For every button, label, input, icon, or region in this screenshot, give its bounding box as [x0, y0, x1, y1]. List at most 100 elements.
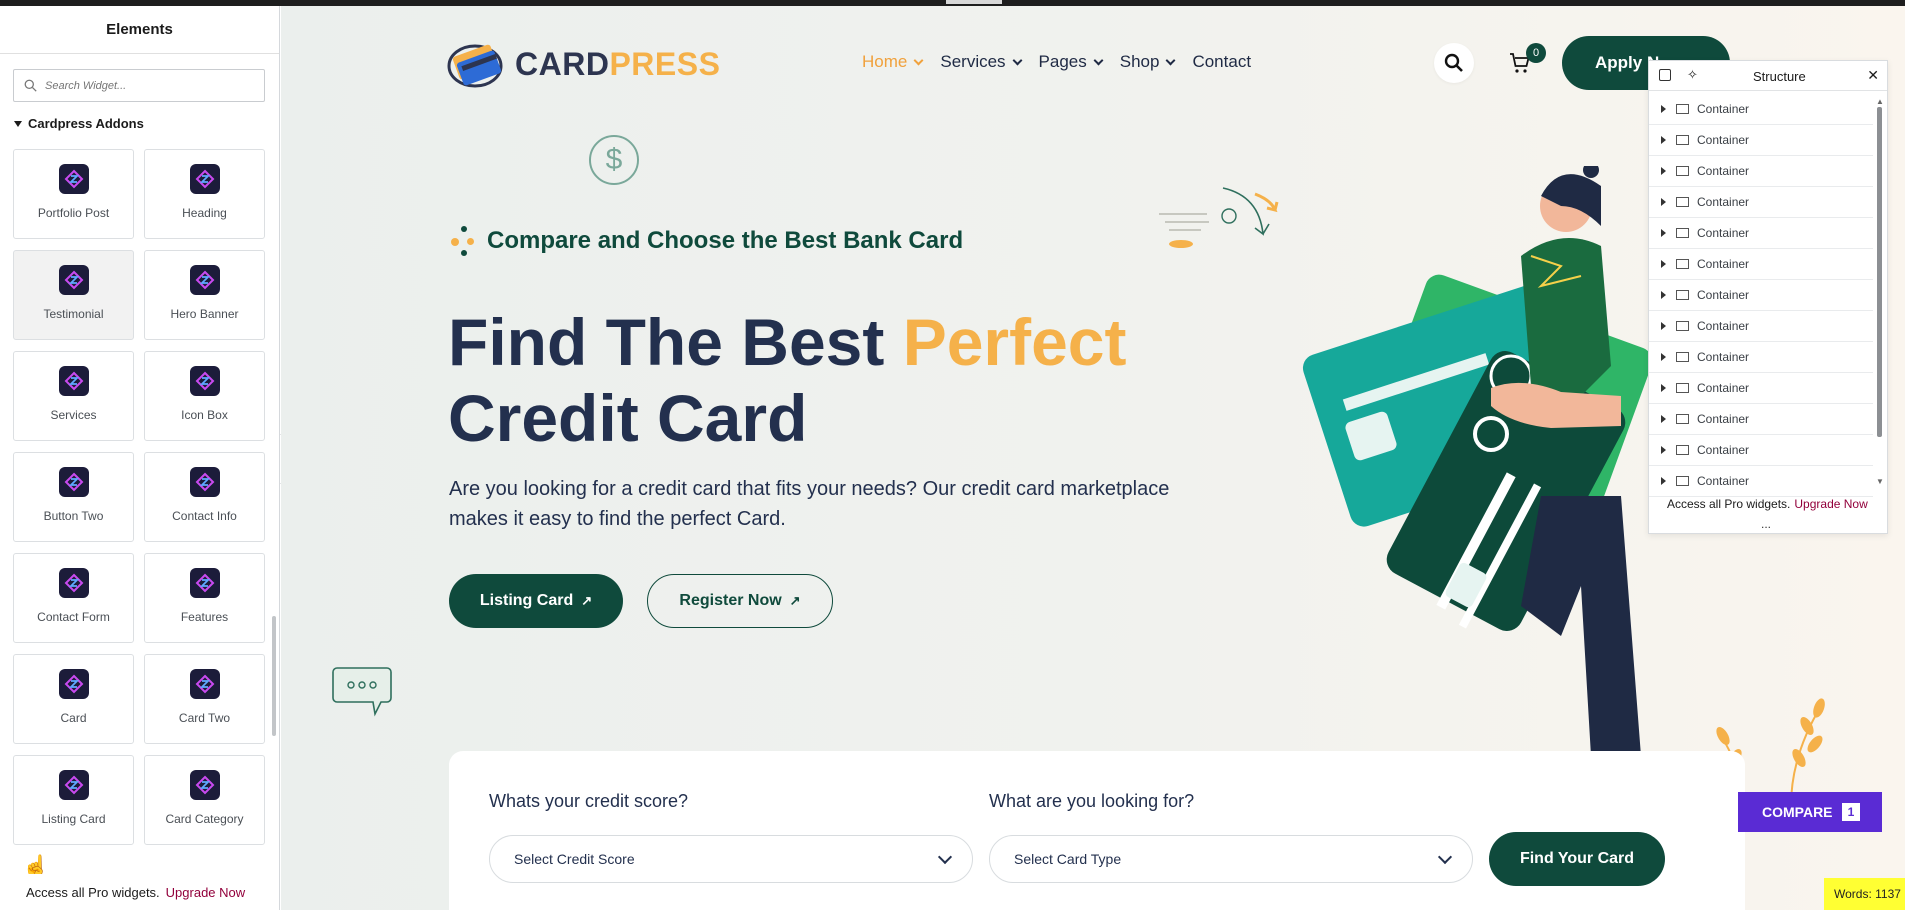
widget-label: Features [180, 610, 229, 624]
structure-row-label: Container [1697, 474, 1750, 488]
expand-caret-icon[interactable] [1661, 322, 1666, 330]
credit-score-value: Select Credit Score [514, 851, 635, 867]
compare-label: COMPARE [1762, 804, 1833, 820]
close-icon[interactable]: ✕ [1867, 67, 1879, 84]
structure-row[interactable]: Container [1649, 373, 1873, 404]
structure-row[interactable]: Container [1649, 218, 1873, 249]
widget-logo-icon [58, 366, 89, 396]
widget-logo-icon [189, 366, 220, 396]
widget-label: Testimonial [43, 307, 104, 321]
site-logo[interactable]: CARDPRESS [447, 40, 720, 88]
widget-search-input[interactable] [45, 79, 245, 92]
structure-row[interactable]: Container [1649, 156, 1873, 187]
nav-item-home[interactable]: Home [862, 52, 924, 72]
more-options-icon[interactable]: ... [1761, 517, 1771, 531]
compare-count-badge: 1 [1842, 803, 1860, 821]
structure-row-label: Container [1697, 133, 1750, 147]
structure-row[interactable]: Container [1649, 280, 1873, 311]
widget-tile[interactable]: Testimonial [13, 250, 134, 340]
widget-tile[interactable]: Hero Banner [144, 250, 265, 340]
expand-caret-icon[interactable] [1661, 136, 1666, 144]
structure-row-label: Container [1697, 226, 1750, 240]
expand-caret-icon[interactable] [1661, 260, 1666, 268]
expand-caret-icon[interactable] [1661, 198, 1666, 206]
structure-row[interactable]: Container [1649, 342, 1873, 373]
widget-label: Card Category [165, 812, 244, 826]
find-your-card-button[interactable]: Find Your Card [1489, 832, 1665, 886]
expand-caret-icon[interactable] [1661, 477, 1666, 485]
structure-row[interactable]: Container [1649, 466, 1873, 497]
nav-item-label: Pages [1038, 52, 1087, 71]
hero-title-part1: Find The Best [448, 305, 903, 379]
sparkle-icon[interactable]: ✧ [1687, 67, 1698, 83]
register-now-button[interactable]: Register Now ↗ [647, 574, 833, 628]
widget-logo-icon [189, 568, 220, 598]
structure-row[interactable]: Container [1649, 187, 1873, 218]
widget-tile[interactable]: Services [13, 351, 134, 441]
structure-scrollbar[interactable] [1877, 107, 1882, 437]
chevron-down-icon [1437, 849, 1453, 865]
widget-label: Card Two [178, 711, 231, 725]
widget-tile[interactable]: Card [13, 654, 134, 744]
widget-tile[interactable]: Contact Form [13, 553, 134, 643]
expand-caret-icon[interactable] [1661, 446, 1666, 454]
widget-tile[interactable]: Contact Info [144, 452, 265, 542]
panel-scrollbar[interactable] [272, 616, 276, 736]
widget-tile[interactable]: Card Two [144, 654, 265, 744]
widget-tile[interactable]: Card Category [144, 755, 265, 845]
expand-caret-icon[interactable] [1661, 415, 1666, 423]
search-icon [24, 79, 37, 92]
structure-row[interactable]: Container [1649, 125, 1873, 156]
register-now-label: Register Now [679, 592, 782, 609]
widget-tile[interactable]: Features [144, 553, 265, 643]
structure-row[interactable]: Container [1649, 435, 1873, 466]
widget-tile[interactable]: Heading [144, 149, 265, 239]
widget-logo-icon [58, 265, 89, 295]
brand-part-1: CARD [515, 45, 610, 82]
expand-caret-icon[interactable] [1661, 167, 1666, 175]
nav-item-contact[interactable]: Contact [1192, 52, 1251, 72]
chevron-down-icon [1093, 55, 1104, 65]
card-type-select[interactable]: Select Card Type [989, 835, 1473, 883]
widget-grid: Portfolio Post Heading Testimonial Hero Ban… [13, 149, 265, 845]
structure-row[interactable]: Container [1649, 249, 1873, 280]
card-finder-form: Whats your credit score? What are you lo… [449, 751, 1745, 910]
structure-upgrade-link[interactable]: Upgrade Now [1794, 497, 1867, 511]
header-search-button[interactable] [1434, 43, 1474, 83]
widget-tile[interactable]: Icon Box [144, 351, 265, 441]
nav-item-shop[interactable]: Shop [1120, 52, 1176, 72]
container-icon [1676, 228, 1689, 238]
structure-row-label: Container [1697, 350, 1750, 364]
structure-row-label: Container [1697, 164, 1750, 178]
nav-item-services[interactable]: Services [940, 52, 1022, 72]
structure-row[interactable]: Container [1649, 94, 1873, 125]
compare-button[interactable]: COMPARE 1 [1738, 792, 1882, 832]
listing-card-button[interactable]: Listing Card ↗ [449, 574, 623, 628]
expand-caret-icon[interactable] [1661, 353, 1666, 361]
widget-tile[interactable]: Portfolio Post [13, 149, 134, 239]
widget-label: Portfolio Post [37, 206, 110, 220]
collapse-all-icon[interactable] [1659, 69, 1671, 81]
container-icon [1676, 445, 1689, 455]
expand-caret-icon[interactable] [1661, 384, 1666, 392]
scroll-down-icon[interactable]: ▼ [1876, 477, 1884, 486]
nav-item-pages[interactable]: Pages [1038, 52, 1104, 72]
expand-caret-icon[interactable] [1661, 291, 1666, 299]
widget-search[interactable] [13, 69, 265, 102]
widget-tile[interactable]: Listing Card [13, 755, 134, 845]
structure-row[interactable]: Container [1649, 404, 1873, 435]
card-type-label: What are you looking for? [989, 791, 1195, 811]
structure-row-label: Container [1697, 102, 1750, 116]
expand-caret-icon[interactable] [1661, 105, 1666, 113]
upgrade-now-link[interactable]: Upgrade Now [166, 885, 246, 900]
expand-caret-icon[interactable] [1661, 229, 1666, 237]
structure-row[interactable]: Container [1649, 311, 1873, 342]
search-icon [1444, 53, 1463, 72]
scroll-up-icon[interactable]: ▲ [1876, 97, 1884, 106]
credit-score-select[interactable]: Select Credit Score [489, 835, 973, 883]
widget-tile[interactable]: Button Two [13, 452, 134, 542]
hero-illustration [1302, 166, 1653, 756]
chevron-down-icon [1166, 55, 1176, 65]
category-toggle[interactable]: Cardpress Addons [14, 116, 144, 131]
widget-label: Icon Box [181, 408, 228, 422]
